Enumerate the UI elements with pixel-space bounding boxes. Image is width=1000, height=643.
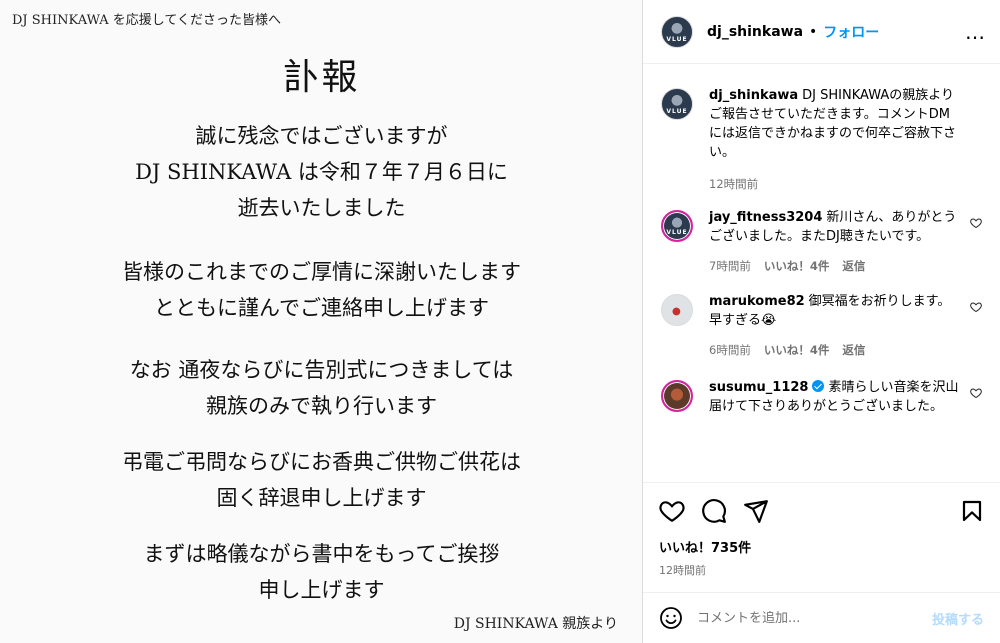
avatar-logo-text: VLUE xyxy=(666,35,688,43)
post-sidebar: VLUE dj_shinkawa • フォロー … VLUE dj_shinka… xyxy=(643,0,1000,643)
comments-list[interactable]: VLUE dj_shinkawa DJ SHINKAWAの親族よりご報告させていた… xyxy=(643,64,1000,482)
save-bookmark-icon[interactable] xyxy=(960,498,984,524)
comment-text-line2: 早すぎる😭 xyxy=(709,313,777,328)
action-bar xyxy=(659,491,984,531)
follow-button[interactable]: フォロー xyxy=(823,22,879,42)
comment-username[interactable]: jay_fitness3204 xyxy=(709,210,822,225)
notice-line: とともに謹んでご連絡申し上げます xyxy=(154,296,489,320)
share-paper-plane-icon[interactable] xyxy=(743,498,769,524)
notice-line: 皆様のこれまでのご厚情に深謝いたします xyxy=(122,260,521,284)
notice-paragraph: 弔電ご弔問ならびにお香典ご供物ご供花は 固く辞退申し上げます xyxy=(0,444,642,516)
comment-body: jay_fitness3204 新川さん、ありがとうございました。またDJ聴きたい… xyxy=(709,208,984,274)
comment-text-block: jay_fitness3204 新川さん、ありがとうございました。またDJ聴きたい… xyxy=(709,208,962,246)
add-comment-bar: 投稿する xyxy=(643,592,1000,643)
comment-time[interactable]: 6時間前 xyxy=(709,342,751,358)
comment-input[interactable] xyxy=(697,610,932,626)
notice-line: 逝去いたしました xyxy=(237,196,406,220)
comment-bubble-icon[interactable] xyxy=(701,498,727,524)
notice-line: なお 通夜ならびに告別式につきましては xyxy=(129,358,514,382)
comment-text: 御冥福をお祈りします。 xyxy=(808,294,951,309)
like-heart-icon[interactable] xyxy=(659,498,685,524)
caption-meta: 12時間前 xyxy=(709,176,962,192)
notice-header: DJ SHINKAWA を応援してくださった皆様へ xyxy=(12,13,282,28)
comment-text-block: susumu_1128 素晴らしい音楽を沢山届けて下さりありがとうございました。 xyxy=(709,378,962,416)
like-comment-heart-icon[interactable] xyxy=(970,387,982,399)
caption-text-block: dj_shinkawa DJ SHINKAWAの親族よりご報告させていただきます。… xyxy=(709,86,962,162)
notice-line: 申し上げます xyxy=(258,578,385,602)
comment-body: susumu_1128 素晴らしい音楽を沢山届けて下さりありがとうございました。 xyxy=(709,378,984,416)
post-comment-button[interactable]: 投稿する xyxy=(932,609,984,628)
post-actions: いいね！735件 12時間前 xyxy=(643,482,1000,578)
avatar-logo-text: VLUE xyxy=(666,229,688,236)
emoji-smiley-icon[interactable] xyxy=(659,606,683,630)
post-timestamp[interactable]: 12時間前 xyxy=(659,562,984,578)
commenter-avatar[interactable]: VLUE xyxy=(661,210,693,242)
comment-body: marukome82 御冥福をお祈りします。 早すぎる😭 6時間前 いいね！4件 … xyxy=(709,292,984,358)
notice-line: まずは略儀ながら書中をもってご挨拶 xyxy=(143,542,500,566)
comment-item: marukome82 御冥福をお祈りします。 早すぎる😭 6時間前 いいね！4件 … xyxy=(661,292,984,358)
notice-body: 誠に残念ではございますが DJ SHINKAWA は令和７年７月６日に 逝去いた… xyxy=(0,118,642,608)
verified-badge-icon xyxy=(812,380,825,392)
caption-username[interactable]: dj_shinkawa xyxy=(709,88,798,103)
notice-paragraph: 誠に残念ではございますが DJ SHINKAWA は令和７年７月６日に 逝去いた… xyxy=(0,118,642,226)
caption: VLUE dj_shinkawa DJ SHINKAWAの親族よりご報告させていた… xyxy=(661,86,984,192)
comment-likes[interactable]: いいね！4件 xyxy=(764,258,830,274)
notice-line: 固く辞退申し上げます xyxy=(216,486,427,510)
comment-username[interactable]: marukome82 xyxy=(709,294,805,309)
comment-time[interactable]: 7時間前 xyxy=(709,258,751,274)
more-options-icon[interactable]: … xyxy=(965,22,986,42)
post-image: DJ SHINKAWA を応援してくださった皆様へ 訃報 誠に残念ではございます… xyxy=(0,0,643,643)
comment-meta: 7時間前 いいね！4件 返信 xyxy=(709,258,962,274)
caption-body: dj_shinkawa DJ SHINKAWAの親族よりご報告させていただきます。… xyxy=(709,86,984,192)
comment-likes[interactable]: いいね！4件 xyxy=(764,342,830,358)
commenter-avatar[interactable] xyxy=(661,294,693,326)
notice-paragraph: 皆様のこれまでのご厚情に深謝いたします とともに謹んでご連絡申し上げます xyxy=(0,254,642,326)
commenter-avatar[interactable] xyxy=(661,380,693,412)
author-avatar[interactable]: VLUE xyxy=(661,15,693,48)
likes-count[interactable]: いいね！735件 xyxy=(659,537,984,556)
author-username[interactable]: dj_shinkawa xyxy=(707,24,803,40)
like-comment-heart-icon[interactable] xyxy=(970,301,982,313)
post-header: VLUE dj_shinkawa • フォロー … xyxy=(643,0,1000,64)
notice-line: DJ SHINKAWA は令和７年７月６日に xyxy=(135,160,508,184)
comment-username[interactable]: susumu_1128 xyxy=(709,380,808,395)
like-comment-heart-icon[interactable] xyxy=(970,217,982,229)
notice-line: 誠に残念ではございますが xyxy=(195,124,448,148)
avatar-logo-text: VLUE xyxy=(666,108,688,115)
notice-line: 弔電ご弔問ならびにお香典ご供物ご供花は xyxy=(122,450,521,474)
notice-paragraph: まずは略儀ながら書中をもってご挨拶 申し上げます xyxy=(0,536,642,608)
caption-time[interactable]: 12時間前 xyxy=(709,176,758,192)
notice-title: 訃報 xyxy=(283,57,360,98)
notice-signature: DJ SHINKAWA 親族より xyxy=(453,616,618,632)
reply-button[interactable]: 返信 xyxy=(842,342,865,358)
comment-item: VLUE jay_fitness3204 新川さん、ありがとうございました。またD… xyxy=(661,208,984,274)
separator-dot: • xyxy=(809,23,818,40)
comment-text-block: marukome82 御冥福をお祈りします。 早すぎる😭 xyxy=(709,292,962,330)
notice-paragraph: なお 通夜ならびに告別式につきましては 親族のみで執り行います xyxy=(0,352,642,424)
notice-line: 親族のみで執り行います xyxy=(206,394,437,418)
reply-button[interactable]: 返信 xyxy=(842,258,865,274)
comment-meta: 6時間前 いいね！4件 返信 xyxy=(709,342,962,358)
comment-item: susumu_1128 素晴らしい音楽を沢山届けて下さりありがとうございました。 xyxy=(661,378,984,416)
caption-avatar[interactable]: VLUE xyxy=(661,88,693,120)
